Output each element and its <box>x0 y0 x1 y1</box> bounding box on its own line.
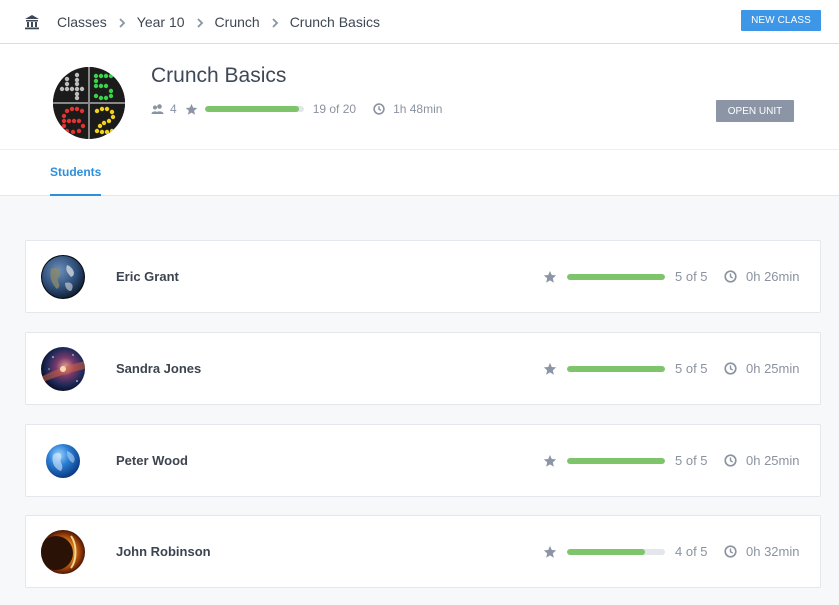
clock-icon <box>373 103 385 115</box>
unit-stats: 4 19 of 20 1h 48min <box>151 101 442 117</box>
breadcrumb-item-class[interactable]: Crunch <box>215 14 260 30</box>
tab-students[interactable]: Students <box>50 150 102 196</box>
student-progress-bar <box>567 273 665 280</box>
student-progress-fill <box>567 548 646 555</box>
open-unit-button[interactable]: OPEN UNIT <box>716 100 794 122</box>
student-time-text: 0h 25min <box>746 453 800 468</box>
student-time-text: 0h 32min <box>746 544 800 559</box>
student-name: Eric Grant <box>116 269 179 284</box>
student-stats: 4 of 5 0h 32min <box>543 516 799 587</box>
student-card[interactable]: Eric Grant 5 of 5 0h 26min <box>25 240 821 313</box>
student-card[interactable]: Sandra Jones 5 of 5 0h 25min <box>25 332 821 405</box>
student-time-text: 0h 25min <box>746 361 800 376</box>
chevron-right-icon <box>107 15 137 30</box>
students-count: 4 <box>170 102 177 116</box>
student-time-text: 0h 26min <box>746 269 800 284</box>
student-progress-bar <box>567 365 665 372</box>
top-bar: Classes Year 10 Crunch Crunch Basics NEW… <box>0 0 839 44</box>
tab-bar: Students <box>0 150 839 196</box>
bank-icon[interactable] <box>24 14 40 30</box>
student-stats: 5 of 5 0h 25min <box>543 425 799 496</box>
unit-logo <box>53 67 125 139</box>
unit-progress-text: 19 of 20 <box>312 102 357 116</box>
student-progress-text: 4 of 5 <box>675 544 708 559</box>
student-stats: 5 of 5 0h 26min <box>543 241 799 312</box>
student-name: John Robinson <box>116 544 211 559</box>
student-progress-bar <box>567 457 665 464</box>
clock-icon <box>724 545 737 558</box>
student-progress-fill <box>567 365 665 372</box>
star-icon <box>543 362 557 376</box>
star-icon <box>543 270 557 284</box>
unit-time-text: 1h 48min <box>393 102 443 116</box>
student-progress-text: 5 of 5 <box>675 453 708 468</box>
student-name: Peter Wood <box>116 453 188 468</box>
clock-icon <box>724 362 737 375</box>
student-card[interactable]: Peter Wood 5 of 5 0h 25min <box>25 424 821 497</box>
new-class-button[interactable]: NEW CLASS <box>741 10 821 31</box>
student-progress-fill <box>567 273 665 280</box>
star-icon <box>543 454 557 468</box>
earth-avatar <box>41 255 85 299</box>
users-icon <box>151 103 164 115</box>
student-name: Sandra Jones <box>116 361 202 376</box>
student-progress-fill <box>567 457 665 464</box>
galaxy-avatar <box>41 347 85 391</box>
eclipse-avatar <box>41 530 85 574</box>
student-progress-text: 5 of 5 <box>675 269 708 284</box>
student-progress-bar <box>567 548 665 555</box>
unit-progress-bar <box>204 106 304 112</box>
clock-icon <box>724 270 737 283</box>
breadcrumb: Classes Year 10 Crunch Crunch Basics <box>57 0 380 44</box>
student-progress-text: 5 of 5 <box>675 361 708 376</box>
breadcrumb-item-classes[interactable]: Classes <box>57 14 107 30</box>
globe-avatar <box>41 439 85 483</box>
unit-title: Crunch Basics <box>151 64 287 87</box>
unit-header: Crunch Basics 4 19 of 20 1h 48min OPEN U… <box>0 44 839 150</box>
chevron-right-icon <box>185 15 215 30</box>
clock-icon <box>724 454 737 467</box>
breadcrumb-item-unit: Crunch Basics <box>289 14 380 30</box>
breadcrumb-item-year[interactable]: Year 10 <box>137 14 185 30</box>
unit-progress-fill <box>204 106 299 112</box>
student-stats: 5 of 5 0h 25min <box>543 333 799 404</box>
chevron-right-icon <box>260 15 290 30</box>
student-card[interactable]: John Robinson 4 of 5 0h 32min <box>25 515 821 588</box>
star-icon <box>185 103 198 116</box>
star-icon <box>543 545 557 559</box>
